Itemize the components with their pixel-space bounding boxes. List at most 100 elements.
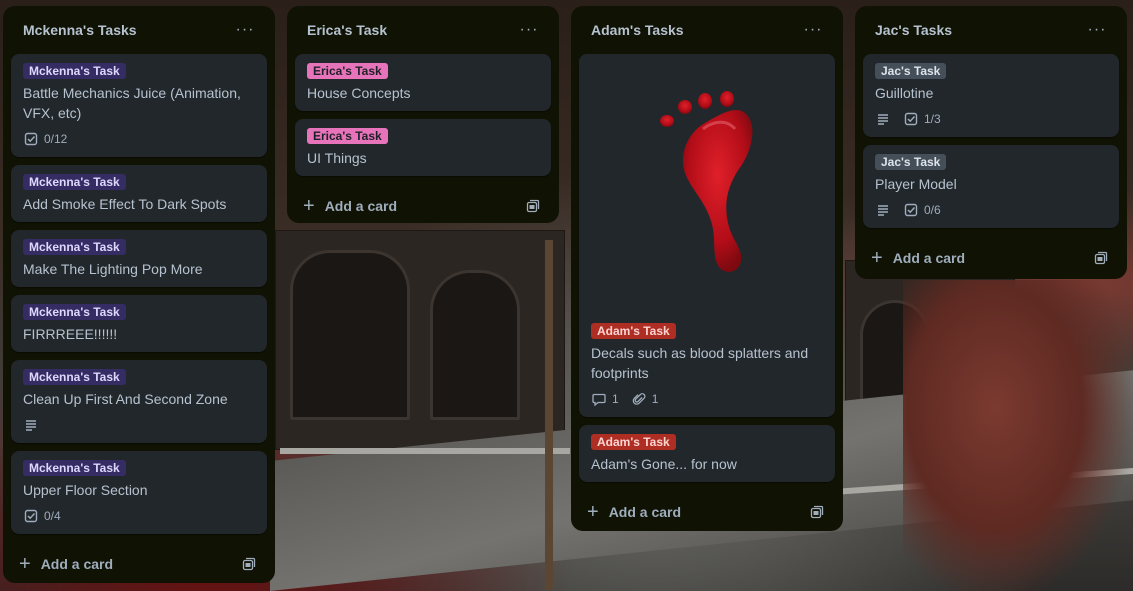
card-title: Make The Lighting Pop More (23, 261, 203, 277)
add-card-button[interactable]: + Add a card (303, 196, 397, 216)
checklist-badge: 1/3 (903, 111, 941, 127)
description-icon (23, 417, 39, 433)
card-title: Decals such as blood splatters and footp… (591, 345, 809, 381)
plus-icon: + (587, 501, 599, 523)
comment-badge: 1 (591, 391, 619, 407)
list-title[interactable]: Jac's Tasks (875, 22, 952, 38)
list-title[interactable]: Erica's Task (307, 22, 387, 38)
card-label: Mckenna's Task (23, 239, 126, 255)
card-badges: 0/12 (23, 129, 255, 149)
list-title[interactable]: Adam's Tasks (591, 22, 684, 38)
checklist-count: 0/6 (924, 203, 941, 217)
template-icon[interactable] (1089, 246, 1113, 270)
card-label: Adam's Task (591, 434, 676, 450)
list-erica: Erica's Task ··· Erica's Task House Conc… (287, 6, 559, 223)
card-guillotine[interactable]: Jac's Task Guillotine 1/3 (863, 54, 1119, 137)
attachment-badge: 1 (631, 391, 659, 407)
add-card-button[interactable]: + Add a card (587, 502, 681, 522)
list-mckenna: Mckenna's Tasks ··· Mckenna's Task Battl… (3, 6, 275, 583)
card-upper-floor[interactable]: Mckenna's Task Upper Floor Section 0/4 (11, 451, 267, 534)
card-badges: 1/3 (875, 109, 1107, 129)
card-battle-mechanics[interactable]: Mckenna's Task Battle Mechanics Juice (A… (11, 54, 267, 157)
template-icon[interactable] (805, 500, 829, 524)
card-title: Clean Up First And Second Zone (23, 391, 228, 407)
checklist-badge: 0/4 (23, 508, 61, 524)
list-jac: Jac's Tasks ··· Jac's Task Guillotine 1/… (855, 6, 1127, 279)
list-header: Adam's Tasks ··· (579, 6, 835, 54)
card-title: Upper Floor Section (23, 482, 148, 498)
ellipsis-icon[interactable]: ··· (799, 16, 827, 44)
add-card-row: + Add a card (11, 542, 267, 586)
add-card-label: Add a card (608, 504, 682, 520)
description-icon (875, 111, 891, 127)
plus-icon: + (871, 247, 883, 269)
checklist-icon (23, 508, 39, 524)
card-title: Add Smoke Effect To Dark Spots (23, 196, 227, 212)
add-card-row: + Add a card (579, 490, 835, 534)
description-icon (875, 202, 891, 218)
add-card-row: + Add a card (295, 184, 551, 228)
card-label: Erica's Task (307, 63, 388, 79)
card-badges: 0/6 (875, 200, 1107, 220)
add-card-row: + Add a card (863, 236, 1119, 280)
card-label: Mckenna's Task (23, 369, 126, 385)
list-title[interactable]: Mckenna's Tasks (23, 22, 137, 38)
checklist-icon (903, 202, 919, 218)
card-fire[interactable]: Mckenna's Task FIRRREEE!!!!!! (11, 295, 267, 352)
card-label: Mckenna's Task (23, 460, 126, 476)
card-title: House Concepts (307, 85, 411, 101)
paperclip-icon (631, 391, 647, 407)
card-cover (579, 54, 835, 314)
card-house-concepts[interactable]: Erica's Task House Concepts (295, 54, 551, 111)
add-card-button[interactable]: + Add a card (19, 554, 113, 574)
add-card-button[interactable]: + Add a card (871, 248, 965, 268)
checklist-count: 0/4 (44, 509, 61, 523)
card-label: Erica's Task (307, 128, 388, 144)
checklist-icon (903, 111, 919, 127)
card-label: Mckenna's Task (23, 63, 126, 79)
template-icon[interactable] (237, 552, 261, 576)
add-card-label: Add a card (40, 556, 114, 572)
card-decals[interactable]: Adam's Task Decals such as blood splatte… (579, 54, 835, 417)
comment-icon (591, 391, 607, 407)
list-header: Erica's Task ··· (295, 6, 551, 54)
card-label: Mckenna's Task (23, 304, 126, 320)
card-title: FIRRREEE!!!!!! (23, 326, 118, 342)
attachment-count: 1 (651, 392, 659, 406)
card-title: Player Model (875, 176, 957, 192)
card-smoke-effect[interactable]: Mckenna's Task Add Smoke Effect To Dark … (11, 165, 267, 222)
card-ui-things[interactable]: Erica's Task UI Things (295, 119, 551, 176)
card-badges: 0/4 (23, 506, 255, 526)
card-title: Battle Mechanics Juice (Animation, VFX, … (23, 85, 241, 121)
template-icon[interactable] (521, 194, 545, 218)
checklist-count: 1/3 (924, 112, 941, 126)
card-badges (23, 415, 255, 435)
bloody-footprint-image (660, 91, 753, 272)
card-label: Jac's Task (875, 63, 947, 79)
add-card-label: Add a card (892, 250, 966, 266)
card-player-model[interactable]: Jac's Task Player Model 0/6 (863, 145, 1119, 228)
card-label: Jac's Task (875, 154, 947, 170)
checklist-count: 0/12 (44, 132, 68, 146)
checklist-icon (23, 131, 39, 147)
list-header: Mckenna's Tasks ··· (11, 6, 267, 54)
ellipsis-icon[interactable]: ··· (231, 16, 259, 44)
card-title: Guillotine (875, 85, 934, 101)
plus-icon: + (19, 553, 31, 575)
card-title: Adam's Gone... for now (591, 456, 737, 472)
comment-count: 1 (612, 392, 619, 406)
plus-icon: + (303, 195, 315, 217)
card-title: UI Things (307, 150, 367, 166)
add-card-label: Add a card (324, 198, 398, 214)
card-badges: 1 1 (591, 389, 823, 409)
card-label: Adam's Task (591, 323, 676, 339)
card-clean-up-zones[interactable]: Mckenna's Task Clean Up First And Second… (11, 360, 267, 443)
ellipsis-icon[interactable]: ··· (515, 16, 543, 44)
card-adams-gone[interactable]: Adam's Task Adam's Gone... for now (579, 425, 835, 482)
checklist-badge: 0/12 (23, 131, 67, 147)
ellipsis-icon[interactable]: ··· (1083, 16, 1111, 44)
board: Mckenna's Tasks ··· Mckenna's Task Battl… (0, 0, 1133, 591)
list-header: Jac's Tasks ··· (863, 6, 1119, 54)
card-lighting[interactable]: Mckenna's Task Make The Lighting Pop Mor… (11, 230, 267, 287)
checklist-badge: 0/6 (903, 202, 941, 218)
